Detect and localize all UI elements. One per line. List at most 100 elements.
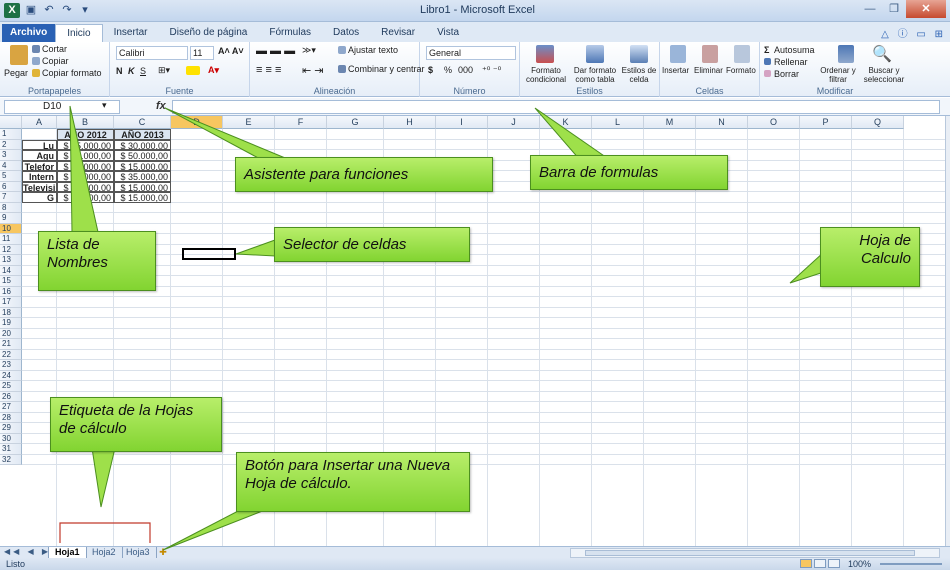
zoom-slider[interactable] xyxy=(880,563,942,565)
tab-insert[interactable]: Insertar xyxy=(103,24,159,42)
row-header-27[interactable]: 27 xyxy=(0,402,22,413)
restore-icon[interactable]: ❐ xyxy=(882,0,906,18)
customize-qat-icon[interactable]: ▾ xyxy=(78,3,92,16)
redo-icon[interactable]: ↷ xyxy=(60,3,74,16)
align-left-icon[interactable]: ≡ ≡ ≡ xyxy=(256,64,281,76)
row-header-19[interactable]: 19 xyxy=(0,318,22,329)
zoom-level[interactable]: 100% xyxy=(848,558,871,570)
cell-value-2013[interactable]: $ 35.000,00 xyxy=(114,171,171,182)
align-top-icon[interactable]: ▬ ▬ ▬ xyxy=(256,45,295,57)
decimals-icon[interactable]: ⁺⁰ ⁻⁰ xyxy=(482,65,501,76)
cell-value-2013[interactable]: $ 50.000,00 xyxy=(114,150,171,161)
sort-filter-button[interactable]: Ordenar y filtrar xyxy=(816,66,860,84)
row-header-3[interactable]: 3 xyxy=(0,150,22,161)
percent-button[interactable]: % xyxy=(444,65,452,75)
cell-row-label[interactable]: Televisi xyxy=(22,181,57,192)
sheet-tab-hoja1[interactable]: Hoja1 xyxy=(48,547,87,558)
row-header-8[interactable]: 8 xyxy=(0,202,22,213)
row-header-10[interactable]: 10 xyxy=(0,223,22,234)
font-name-select[interactable]: Calibri xyxy=(116,46,188,60)
cell-styles-icon[interactable] xyxy=(630,45,648,63)
page-break-view-icon[interactable] xyxy=(828,559,840,568)
orientation-icon[interactable]: ≫▾ xyxy=(302,45,316,56)
row-header-24[interactable]: 24 xyxy=(0,370,22,381)
row-header-5[interactable]: 5 xyxy=(0,171,22,182)
tab-file[interactable]: Archivo xyxy=(2,24,56,42)
cell-styles-button[interactable]: Estilos de celda xyxy=(620,66,658,84)
cell-value-2013[interactable]: $ 15.000,00 xyxy=(114,160,171,171)
sheet-tab-hoja3[interactable]: Hoja3 xyxy=(120,547,157,558)
column-header-q[interactable]: Q xyxy=(852,116,904,129)
insert-cells-button[interactable]: Insertar xyxy=(662,66,689,75)
tab-view[interactable]: Vista xyxy=(426,24,470,42)
column-header-g[interactable]: G xyxy=(327,116,384,129)
row-header-6[interactable]: 6 xyxy=(0,181,22,192)
format-cells-icon[interactable] xyxy=(734,45,750,63)
column-header-a[interactable]: A xyxy=(22,116,57,129)
column-header-c[interactable]: C xyxy=(114,116,171,129)
column-header-p[interactable]: P xyxy=(800,116,852,129)
close-icon[interactable]: ✕ xyxy=(906,0,946,18)
tab-data[interactable]: Datos xyxy=(322,24,370,42)
excel-app-icon[interactable]: X xyxy=(4,3,20,18)
row-header-18[interactable]: 18 xyxy=(0,307,22,318)
row-header-20[interactable]: 20 xyxy=(0,328,22,339)
row-header-17[interactable]: 17 xyxy=(0,297,22,308)
format-cells-button[interactable]: Formato xyxy=(726,66,756,75)
insert-function-icon[interactable]: fx xyxy=(156,100,166,112)
paste-icon[interactable] xyxy=(10,45,28,65)
grow-font-icon[interactable]: A˄ A˅ xyxy=(218,46,244,56)
sort-filter-icon[interactable] xyxy=(838,45,854,63)
row-header-26[interactable]: 26 xyxy=(0,391,22,402)
conditional-format-icon[interactable] xyxy=(536,45,554,63)
row-header-9[interactable]: 9 xyxy=(0,213,22,224)
underline-button[interactable]: S xyxy=(140,66,146,76)
cell-value-2012[interactable]: $ 25.000,00 xyxy=(57,139,114,150)
row-header-1[interactable]: 1 xyxy=(0,129,22,140)
row-header-14[interactable]: 14 xyxy=(0,265,22,276)
cell-value-2013[interactable]: $ 15.000,00 xyxy=(114,181,171,192)
row-header-15[interactable]: 15 xyxy=(0,276,22,287)
cell-value-2012[interactable]: $ 55.000,00 xyxy=(57,150,114,161)
cell-value-2013[interactable]: $ 30.000,00 xyxy=(114,139,171,150)
row-header-22[interactable]: 22 xyxy=(0,349,22,360)
cell-row-label[interactable]: G xyxy=(22,192,57,203)
insert-cells-icon[interactable] xyxy=(670,45,686,63)
active-cell-selector[interactable] xyxy=(182,248,236,260)
cell-value-2013[interactable]: $ 15.000,00 xyxy=(114,192,171,203)
cut-button[interactable]: Cortar xyxy=(42,44,67,54)
column-header-b[interactable]: B xyxy=(57,116,114,129)
borders-icon[interactable]: ⊞▾ xyxy=(158,65,170,76)
cell-header-2013[interactable]: AÑO 2013 xyxy=(114,129,171,140)
bold-button[interactable]: N xyxy=(116,66,123,76)
delete-cells-button[interactable]: Eliminar xyxy=(694,66,723,75)
thousands-button[interactable]: 000 xyxy=(458,65,473,75)
column-header-n[interactable]: N xyxy=(696,116,748,129)
row-header-11[interactable]: 11 xyxy=(0,234,22,245)
normal-view-icon[interactable] xyxy=(800,559,812,568)
row-header-29[interactable]: 29 xyxy=(0,423,22,434)
paste-button[interactable]: Pegar xyxy=(4,68,28,78)
row-header-28[interactable]: 28 xyxy=(0,412,22,423)
currency-button[interactable]: $ xyxy=(428,65,433,75)
binoculars-icon[interactable]: 🔍 xyxy=(872,44,892,64)
formula-input[interactable] xyxy=(172,100,940,114)
vertical-scrollbar[interactable] xyxy=(945,116,950,546)
horizontal-scroll-thumb[interactable] xyxy=(585,550,915,556)
insert-sheet-icon[interactable]: ✚ xyxy=(156,547,170,558)
row-header-31[interactable]: 31 xyxy=(0,444,22,455)
row-header-32[interactable]: 32 xyxy=(0,454,22,465)
column-header-m[interactable]: M xyxy=(644,116,696,129)
cell-value-2012[interactable]: $ 10.000,00 xyxy=(57,160,114,171)
column-header-k[interactable]: K xyxy=(540,116,592,129)
column-header-h[interactable]: H xyxy=(384,116,436,129)
tab-page-layout[interactable]: Diseño de página xyxy=(159,24,259,42)
tab-home[interactable]: Inicio xyxy=(55,24,103,42)
find-select-button[interactable]: Buscar y seleccionar xyxy=(860,66,908,84)
tab-formulas[interactable]: Fórmulas xyxy=(258,24,322,42)
fill-color-icon[interactable] xyxy=(186,66,200,75)
column-header-e[interactable]: E xyxy=(223,116,275,129)
clear-button[interactable]: Borrar xyxy=(774,69,799,79)
cell-value-2012[interactable]: $ 10.000,00 xyxy=(57,192,114,203)
copy-button[interactable]: Copiar xyxy=(42,56,69,66)
